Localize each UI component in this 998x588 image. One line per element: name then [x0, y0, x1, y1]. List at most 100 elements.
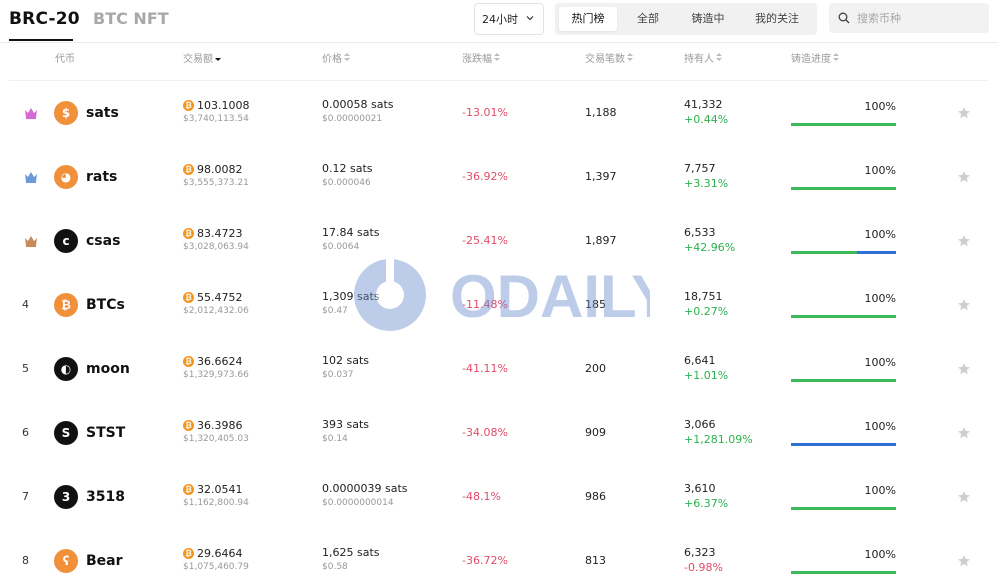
- price-sats: 0.00058 sats: [322, 98, 394, 111]
- table-row[interactable]: 8 ʕ Bear ₿ 29.6464 $1,075,460.79 1,625 sa…: [0, 529, 998, 588]
- star-icon[interactable]: [957, 554, 971, 568]
- volume-cell: ₿ 98.0082 $3,555,373.21: [183, 162, 249, 188]
- btc-icon: ₿: [183, 291, 194, 303]
- table-row[interactable]: ◕ rats ₿ 98.0082 $3,555,373.21 0.12 sats …: [0, 145, 998, 209]
- holders-cell: 3,610 +6.37%: [684, 482, 728, 510]
- volume-usd: $2,012,432.06: [183, 306, 249, 316]
- star-icon[interactable]: [957, 234, 971, 248]
- rats-coin-icon: ◕: [54, 165, 78, 189]
- col-change-label: 涨跌幅: [462, 54, 492, 65]
- sort-icon: [716, 53, 722, 62]
- mint-progress: 100%: [791, 100, 896, 126]
- col-holders[interactable]: 持有人: [684, 50, 722, 65]
- token-name[interactable]: rats: [86, 169, 117, 185]
- table-row[interactable]: 5 ◐ moon ₿ 36.6624 $1,329,973.66 102 sats…: [0, 337, 998, 401]
- volume-btc: 36.3986: [197, 418, 243, 432]
- rank-number: 4: [22, 298, 29, 311]
- mint-progress-bar: [791, 251, 896, 254]
- price-sats: 102 sats: [322, 354, 370, 367]
- mint-progress-percent: 100%: [864, 548, 896, 561]
- volume-cell: ₿ 55.4752 $2,012,432.06: [183, 290, 249, 316]
- search-input[interactable]: [857, 8, 982, 28]
- table-row[interactable]: $ sats ₿ 103.1008 $3,740,113.54 0.00058 s…: [0, 81, 998, 145]
- price-sats: 1,309 sats: [322, 290, 380, 303]
- price-change: -36.72%: [462, 554, 508, 567]
- volume-btc: 32.0541: [197, 482, 243, 496]
- table-row[interactable]: 4 ₿ BTCs ₿ 55.4752 $2,012,432.06 1,309 sa…: [0, 273, 998, 337]
- star-icon[interactable]: [957, 362, 971, 376]
- col-mint-progress[interactable]: 铸造进度: [791, 50, 839, 65]
- token-name[interactable]: moon: [86, 361, 130, 377]
- filter-hot[interactable]: 热门榜: [559, 7, 617, 31]
- token-name[interactable]: Bear: [86, 553, 123, 569]
- holders-cell: 6,323 -0.98%: [684, 546, 723, 574]
- volume-usd: $1,162,800.94: [183, 498, 249, 508]
- star-icon[interactable]: [957, 490, 971, 504]
- volume-cell: ₿ 36.6624 $1,329,973.66: [183, 354, 249, 380]
- mint-progress-bar: [791, 507, 896, 510]
- btc-icon: ₿: [183, 227, 194, 239]
- holders-count: 6,323: [684, 546, 716, 559]
- rank-medal-icon: [25, 236, 37, 247]
- star-icon[interactable]: [957, 426, 971, 440]
- sats-coin-icon: $: [54, 101, 78, 125]
- col-trades[interactable]: 交易笔数: [585, 50, 633, 65]
- price-sats: 17.84 sats: [322, 226, 380, 239]
- price-cell: 1,625 sats $0.58: [322, 546, 380, 572]
- volume-usd: $1,329,973.66: [183, 370, 249, 380]
- filter-minting[interactable]: 铸造中: [679, 7, 737, 31]
- table-row[interactable]: 7 3 3518 ₿ 32.0541 $1,162,800.94 0.000003…: [0, 465, 998, 529]
- holders-change: +0.44%: [684, 113, 729, 126]
- token-name[interactable]: 3518: [86, 489, 125, 505]
- star-icon[interactable]: [957, 170, 971, 184]
- col-volume-label: 交易额: [183, 54, 213, 65]
- tab-brc20[interactable]: BRC-20: [9, 9, 80, 29]
- trade-count: 1,897: [585, 234, 617, 247]
- filter-all[interactable]: 全部: [621, 7, 675, 31]
- col-change[interactable]: 涨跌幅: [462, 50, 500, 65]
- filter-watchlist[interactable]: 我的关注: [741, 7, 813, 31]
- volume-btc: 29.6464: [197, 546, 243, 560]
- holders-cell: 6,533 +42.96%: [684, 226, 735, 254]
- search-box: [829, 3, 989, 33]
- star-icon[interactable]: [957, 106, 971, 120]
- rank-number: 6: [22, 426, 29, 439]
- mint-progress-bar: [791, 443, 896, 446]
- tab-btc-nft[interactable]: BTC NFT: [93, 9, 169, 28]
- progress-fill: [791, 187, 896, 190]
- rank-number: 7: [22, 490, 29, 503]
- btc-icon: ₿: [183, 547, 194, 559]
- progress-fill: [791, 123, 896, 126]
- holders-cell: 18,751 +0.27%: [684, 290, 728, 318]
- progress-fill: [791, 443, 896, 446]
- col-token-label: 代币: [55, 54, 75, 65]
- holders-count: 6,533: [684, 226, 716, 239]
- holders-change: +42.96%: [684, 241, 736, 254]
- holders-change: +3.31%: [684, 177, 729, 190]
- token-name[interactable]: STST: [86, 425, 125, 441]
- holders-count: 3,066: [684, 418, 716, 431]
- mint-progress-bar: [791, 123, 896, 126]
- price-change: -13.01%: [462, 106, 508, 119]
- period-select[interactable]: 24小时: [474, 3, 544, 35]
- token-name[interactable]: BTCs: [86, 297, 125, 313]
- volume-cell: ₿ 29.6464 $1,075,460.79: [183, 546, 249, 572]
- sort-icon: [833, 53, 839, 62]
- col-volume[interactable]: 交易额: [183, 50, 221, 65]
- btc-icon: ₿: [183, 483, 194, 495]
- volume-usd: $3,555,373.21: [183, 178, 249, 188]
- table-row[interactable]: 6 S STST ₿ 36.3986 $1,320,405.03 393 sats…: [0, 401, 998, 465]
- token-name[interactable]: sats: [86, 105, 119, 121]
- table-row[interactable]: c csas ₿ 83.4723 $3,028,063.94 17.84 sats…: [0, 209, 998, 273]
- star-icon[interactable]: [957, 298, 971, 312]
- holders-cell: 3,066 +1,281.09%: [684, 418, 753, 446]
- mint-progress: 100%: [791, 356, 896, 382]
- holders-count: 6,641: [684, 354, 716, 367]
- col-price[interactable]: 价格: [322, 50, 350, 65]
- token-name[interactable]: csas: [86, 233, 120, 249]
- price-sats: 0.12 sats: [322, 162, 373, 175]
- btc-icon: ₿: [183, 419, 194, 431]
- mint-progress-bar: [791, 379, 896, 382]
- stst-coin-icon: S: [54, 421, 78, 445]
- volume-usd: $3,740,113.54: [183, 114, 249, 124]
